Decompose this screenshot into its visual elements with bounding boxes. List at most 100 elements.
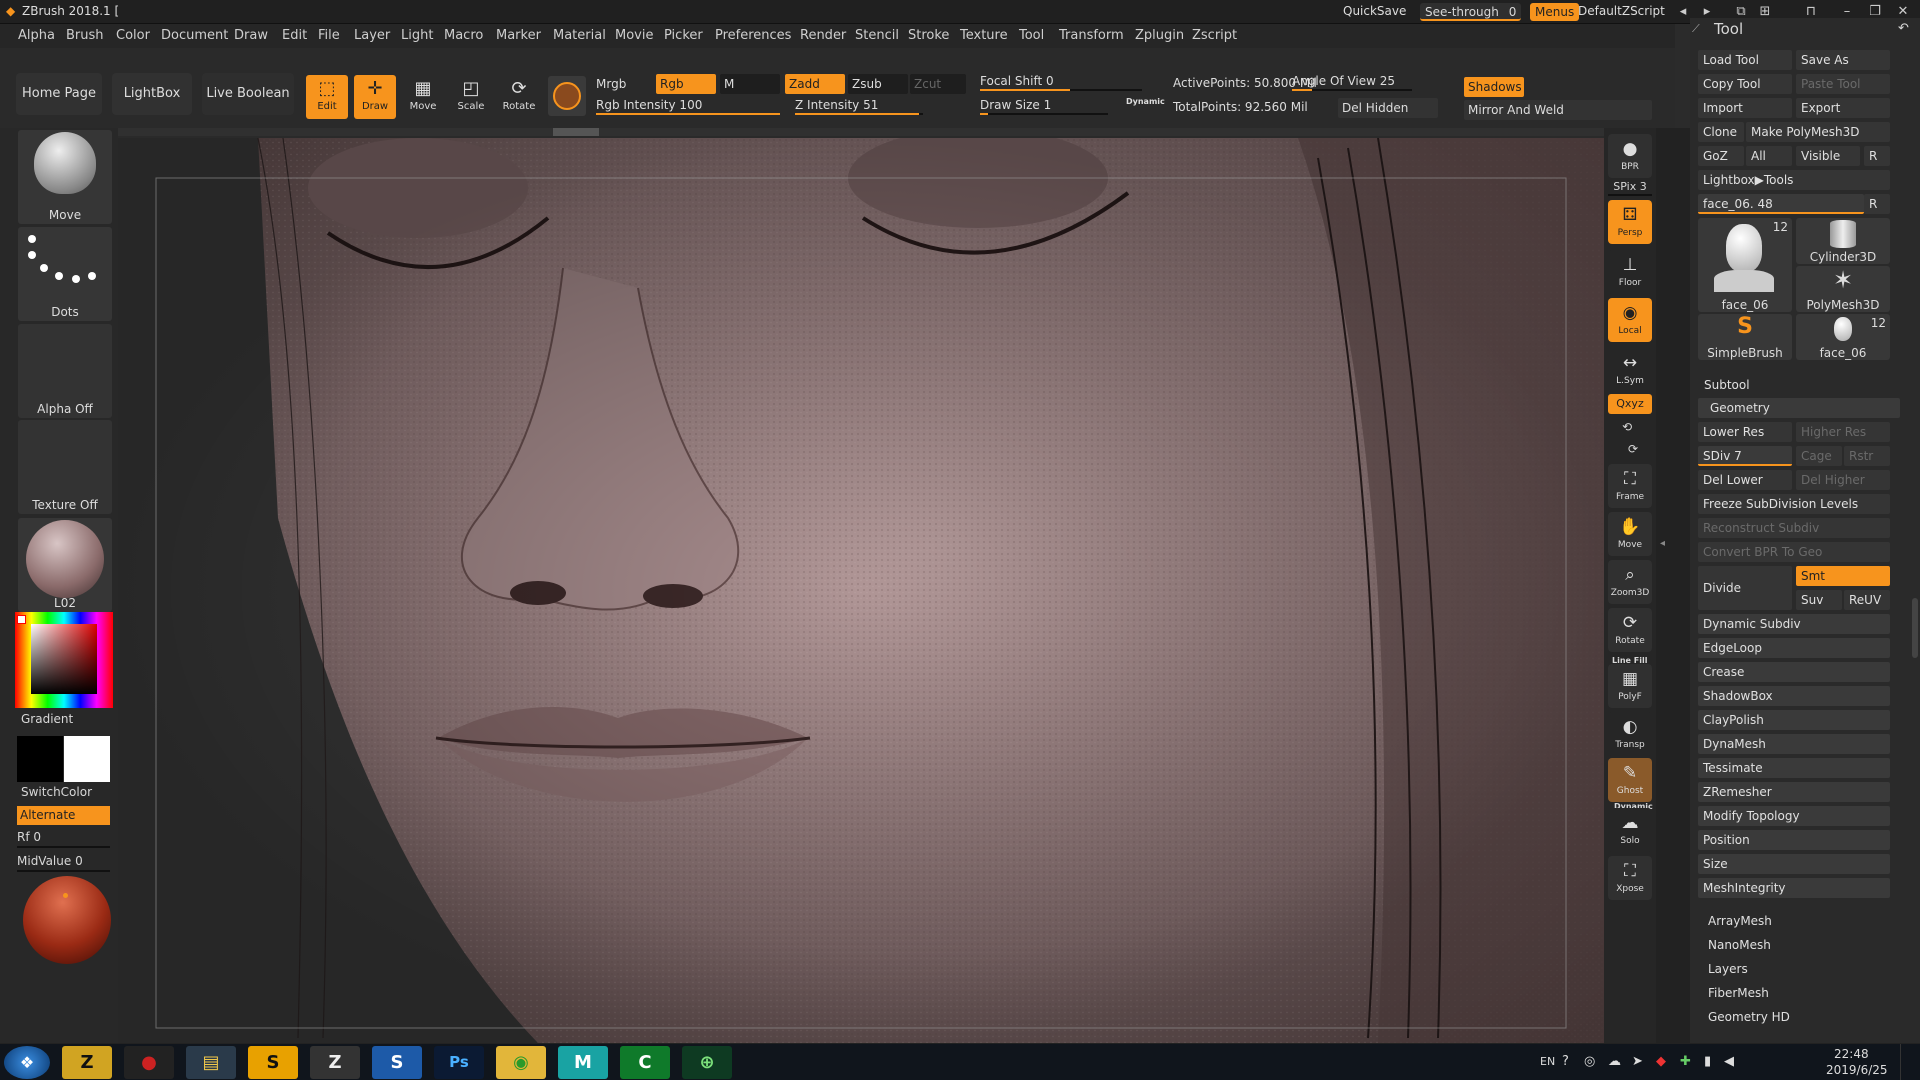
lower-res-button[interactable]: Lower Res	[1698, 422, 1792, 442]
modify-topology-section[interactable]: Modify Topology	[1698, 806, 1890, 826]
palette-reset-icon[interactable]: ↶	[1898, 21, 1909, 36]
position-section[interactable]: Position	[1698, 830, 1890, 850]
geometry-section[interactable]: Geometry	[1698, 398, 1900, 418]
reconstruct-subdiv-button[interactable]: Reconstruct Subdiv	[1698, 518, 1890, 538]
convert-bpr-button[interactable]: Convert BPR To Geo	[1698, 542, 1890, 562]
zbrush-taskbar-icon[interactable]: Z	[62, 1046, 112, 1079]
gradient-toggle[interactable]: Gradient	[21, 712, 73, 726]
rgb-intensity-slider[interactable]: Rgb Intensity 100	[596, 96, 780, 116]
goz-visible-button[interactable]: Visible	[1796, 146, 1860, 166]
language-indicator[interactable]: EN	[1540, 1055, 1555, 1068]
menu-zplugin[interactable]: Zplugin	[1135, 28, 1184, 43]
del-lower-button[interactable]: Del Lower	[1698, 470, 1792, 490]
persp-button[interactable]: ⚃ Persp	[1608, 200, 1652, 244]
shelf-scroll-thumb[interactable]	[553, 128, 599, 136]
menu-macro[interactable]: Macro	[444, 28, 483, 43]
xpose-button[interactable]: ⛶ Xpose	[1608, 856, 1652, 900]
floor-button[interactable]: ⊥ Floor	[1608, 250, 1652, 294]
primary-color-swatch[interactable]	[17, 736, 63, 782]
start-button-icon[interactable]: ❖	[4, 1046, 50, 1079]
tool-thumb-polymesh3d[interactable]: ✶ PolyMesh3D	[1796, 266, 1890, 312]
arraymesh-section[interactable]: ArrayMesh	[1708, 914, 1772, 928]
menu-stroke[interactable]: Stroke	[908, 28, 949, 43]
frame-button[interactable]: ⛶ Frame	[1608, 464, 1652, 508]
dynamic-subdiv-section[interactable]: Dynamic Subdiv	[1698, 614, 1890, 634]
zsub-button[interactable]: Zsub	[848, 74, 908, 94]
quicksave-button[interactable]: QuickSave	[1343, 4, 1406, 18]
subtool-section[interactable]: Subtool	[1704, 378, 1750, 392]
stroke-selector[interactable]: Dots	[18, 227, 112, 321]
lsym-button[interactable]: ↔ L.Sym	[1608, 348, 1652, 392]
make-polymesh-button[interactable]: Make PolyMesh3D	[1746, 122, 1890, 142]
shelf-scrollbar[interactable]	[118, 128, 1604, 136]
lightbox-tools-button[interactable]: Lightbox▶Tools	[1698, 170, 1890, 190]
rotate-view-button[interactable]: ⟳ Rotate	[1608, 608, 1652, 652]
tray-security-icon[interactable]: ◆	[1656, 1054, 1666, 1069]
shadowbox-section[interactable]: ShadowBox	[1698, 686, 1890, 706]
tool-thumb-simplebrush[interactable]: S SimpleBrush	[1698, 314, 1792, 360]
divide-button[interactable]: Divide	[1698, 566, 1792, 610]
bpr-button[interactable]: ● BPR	[1608, 134, 1652, 178]
brush-selector[interactable]: Move	[18, 130, 112, 224]
goz-all-button[interactable]: All	[1746, 146, 1792, 166]
palette-scrollbar[interactable]	[1912, 598, 1918, 658]
menu-brush[interactable]: Brush	[66, 28, 104, 43]
maya-taskbar-icon[interactable]: M	[558, 1046, 608, 1079]
browser-taskbar-icon[interactable]: ⊕	[682, 1046, 732, 1079]
m-button[interactable]: M	[720, 74, 780, 94]
reuv-toggle[interactable]: ReUV	[1844, 590, 1890, 610]
camtasia-taskbar-icon[interactable]: C	[620, 1046, 670, 1079]
move-button[interactable]: ▦ Move	[402, 75, 444, 119]
scale-button[interactable]: ◰ Scale	[450, 75, 492, 119]
layers-section[interactable]: Layers	[1708, 962, 1748, 976]
higher-res-button[interactable]: Higher Res	[1796, 422, 1890, 442]
color-picker[interactable]	[15, 612, 113, 708]
sublime-taskbar-icon[interactable]: S	[248, 1046, 298, 1079]
angle-of-view-slider[interactable]: Angle Of View 25	[1292, 72, 1412, 92]
color-square[interactable]	[31, 624, 97, 694]
collapse-arrow-icon[interactable]: ◂	[1660, 538, 1665, 549]
menu-picker[interactable]: Picker	[664, 28, 703, 43]
live-boolean-button[interactable]: Live Boolean	[202, 73, 294, 115]
viewport-canvas[interactable]	[118, 138, 1604, 1043]
tray-cloud-icon[interactable]: ☁	[1608, 1054, 1621, 1069]
menu-color[interactable]: Color	[116, 28, 150, 43]
menu-light[interactable]: Light	[401, 28, 433, 43]
rotate-y-icon[interactable]: ⟲	[1622, 420, 1632, 434]
rgb-button[interactable]: Rgb	[656, 74, 716, 94]
menu-file[interactable]: File	[318, 28, 340, 43]
smt-toggle[interactable]: Smt	[1796, 566, 1890, 586]
nanomesh-section[interactable]: NanoMesh	[1708, 938, 1771, 952]
midvalue-slider[interactable]: MidValue 0	[17, 852, 110, 872]
xyz-button[interactable]: Qxyz	[1608, 394, 1652, 414]
menu-zscript[interactable]: Zscript	[1192, 28, 1237, 43]
dynamesh-section[interactable]: DynaMesh	[1698, 734, 1890, 754]
tessimate-section[interactable]: Tessimate	[1698, 758, 1890, 778]
solo-button[interactable]: ☁ Solo	[1608, 808, 1652, 852]
edit-button[interactable]: ⬚ Edit	[306, 75, 348, 119]
polyf-button[interactable]: ▦ PolyF	[1608, 664, 1652, 708]
transp-button[interactable]: ◐ Transp	[1608, 712, 1652, 756]
cage-button[interactable]: Cage	[1796, 446, 1842, 466]
current-tool-slider[interactable]: face_06. 48	[1698, 194, 1864, 214]
see-through-slider[interactable]: See-through 0	[1420, 3, 1522, 21]
mirror-and-weld-button[interactable]: Mirror And Weld	[1464, 100, 1652, 120]
menu-preferences[interactable]: Preferences	[715, 28, 791, 43]
del-higher-button[interactable]: Del Higher	[1796, 470, 1890, 490]
dynamic-button[interactable]: Dynamic	[1126, 97, 1165, 106]
explorer-taskbar-icon[interactable]: ▤	[186, 1046, 236, 1079]
menu-texture[interactable]: Texture	[960, 28, 1008, 43]
menu-stencil[interactable]: Stencil	[855, 28, 899, 43]
zoom3d-button[interactable]: ⌕ Zoom3D	[1608, 560, 1652, 604]
menu-edit[interactable]: Edit	[282, 28, 307, 43]
zadd-button[interactable]: Zadd	[785, 74, 845, 94]
draw-button[interactable]: ✛ Draw	[354, 75, 396, 119]
mrgb-button[interactable]: Mrgb	[596, 77, 626, 91]
network-icon[interactable]: ▮	[1704, 1054, 1711, 1069]
zbrushcentral-taskbar-icon[interactable]: Z	[310, 1046, 360, 1079]
sketch-taskbar-icon[interactable]: S	[372, 1046, 422, 1079]
switch-color-button[interactable]: SwitchColor	[21, 785, 92, 799]
local-button[interactable]: ◉ Local	[1608, 298, 1652, 342]
photoshop-taskbar-icon[interactable]: Ps	[434, 1046, 484, 1079]
tray-plus-icon[interactable]: ✚	[1680, 1054, 1691, 1069]
